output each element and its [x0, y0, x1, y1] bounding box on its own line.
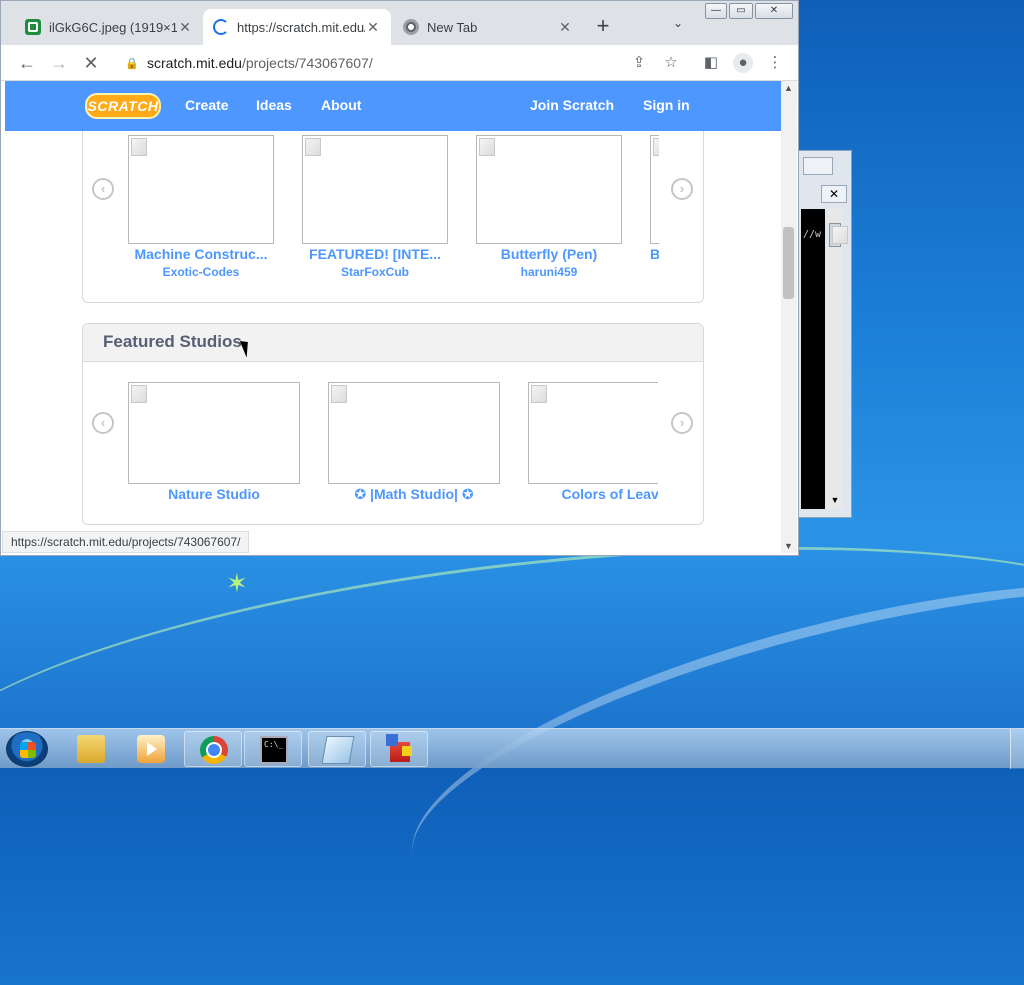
scratch-navbar: SCRATCH Create Ideas About Join Scratch …: [5, 81, 781, 131]
minimize-button[interactable]: —: [705, 3, 727, 19]
forward-button[interactable]: →: [47, 51, 71, 75]
project-title[interactable]: Machine Construc...: [123, 246, 279, 262]
maximize-button[interactable]: ▭: [729, 3, 753, 19]
tab-label: ilGkG6C.jpeg (1919×10: [49, 19, 177, 35]
nav-ideas[interactable]: Ideas: [256, 97, 292, 113]
studio-thumbnail[interactable]: [528, 382, 658, 484]
tab-image[interactable]: ilGkG6C.jpeg (1919×10 ✕: [15, 9, 203, 45]
side-panel-icon[interactable]: ◧: [701, 53, 721, 73]
project-author[interactable]: haruni459: [471, 265, 627, 279]
scroll-down-icon[interactable]: ▼: [784, 541, 793, 551]
project-thumbnail[interactable]: [128, 135, 274, 244]
nav-join-scratch[interactable]: Join Scratch: [530, 97, 614, 113]
start-button[interactable]: [6, 731, 48, 767]
tab-close-icon[interactable]: ✕: [177, 19, 193, 36]
studios-prev-icon[interactable]: ‹: [92, 412, 114, 434]
nav-sign-in[interactable]: Sign in: [643, 97, 690, 113]
new-tab-button[interactable]: +: [593, 13, 613, 39]
console-scrollbar[interactable]: ▼: [827, 209, 848, 509]
browser-toolbar: ← → ✕ 🔒 scratch.mit.edu/projects/7430676…: [1, 45, 798, 81]
studio-thumbnail[interactable]: [328, 382, 500, 484]
section-heading: Featured Studios: [83, 324, 703, 362]
address-path: /projects/743067607/: [241, 55, 373, 71]
console-window[interactable]: ✕ //w ▼: [796, 150, 852, 518]
nav-create[interactable]: Create: [185, 97, 229, 113]
nav-about[interactable]: About: [321, 97, 361, 113]
media-player-icon: [137, 735, 165, 763]
studio-title[interactable]: Colors of Leave: [528, 486, 658, 502]
tab-scratch[interactable]: https://scratch.mit.edu/ ✕: [203, 9, 391, 45]
command-prompt-icon: C:\_: [260, 736, 288, 764]
project-author[interactable]: Exotic-Codes: [123, 265, 279, 279]
project-title[interactable]: Butterfly (Pen): [471, 246, 627, 262]
image-icon: [25, 19, 41, 35]
console-scroll-down-icon[interactable]: ▼: [827, 495, 843, 509]
project-partial-clip: B: [650, 135, 659, 285]
page-viewport: SCRATCH Create Ideas About Join Scratch …: [5, 81, 781, 553]
tab-close-icon[interactable]: ✕: [557, 19, 573, 36]
taskbar: C:\_: [0, 728, 1024, 769]
tab-new-tab[interactable]: New Tab ✕: [393, 9, 583, 45]
tab-search-button[interactable]: ⌄: [673, 16, 683, 30]
studio-thumbnail[interactable]: [128, 382, 300, 484]
show-desktop-button[interactable]: [1010, 729, 1024, 769]
back-button[interactable]: ←: [15, 51, 39, 75]
chrome-icon: [200, 736, 228, 764]
studios-next-icon[interactable]: ›: [671, 412, 693, 434]
folder-icon: [77, 735, 105, 763]
taskbar-command-prompt[interactable]: C:\_: [244, 731, 302, 767]
project-thumbnail[interactable]: [476, 135, 622, 244]
taskbar-media-player[interactable]: [122, 731, 180, 767]
console-back-titlebar: [803, 157, 833, 175]
tab-strip: ilGkG6C.jpeg (1919×10 ✕ https://scratch.…: [1, 1, 798, 45]
tab-close-icon[interactable]: ✕: [365, 19, 381, 36]
close-window-button[interactable]: ✕: [755, 3, 793, 19]
address-bar[interactable]: 🔒 scratch.mit.edu/projects/743067607/: [115, 49, 689, 77]
bookmark-star-icon[interactable]: ☆: [661, 53, 681, 73]
share-icon[interactable]: ⇪: [629, 53, 649, 73]
tab-label: https://scratch.mit.edu/: [237, 19, 365, 35]
console-text: //w: [803, 229, 822, 240]
scratch-blocks-icon: [386, 734, 412, 762]
lock-icon[interactable]: 🔒: [125, 57, 139, 70]
studio-partial-clip: Colors of Leave: [528, 382, 658, 506]
loading-spinner-icon: [213, 19, 229, 35]
console-screen: //w: [801, 209, 825, 509]
scroll-thumb[interactable]: [783, 227, 794, 299]
project-thumbnail[interactable]: [302, 135, 448, 244]
menu-kebab-icon[interactable]: ⋮: [765, 53, 785, 73]
project-title[interactable]: FEATURED! [INTE...: [297, 246, 453, 262]
project-title[interactable]: B: [650, 246, 659, 262]
console-scroll-thumb[interactable]: [829, 223, 848, 247]
studio-title[interactable]: ✪ |Math Studio| ✪: [323, 486, 505, 503]
notepad-icon: [321, 736, 355, 764]
scratch-logo[interactable]: SCRATCH: [85, 93, 161, 119]
browser-window: ilGkG6C.jpeg (1919×10 ✕ https://scratch.…: [0, 0, 799, 556]
project-author[interactable]: StarFoxCub: [297, 265, 453, 279]
status-bar-url: https://scratch.mit.edu/projects/7430676…: [2, 531, 250, 553]
project-thumbnail[interactable]: [650, 135, 659, 244]
taskbar-scratch-app[interactable]: [370, 731, 428, 767]
page-scrollbar[interactable]: ▲ ▼: [781, 81, 797, 553]
carousel-next-icon[interactable]: ›: [671, 178, 693, 200]
console-close-icon[interactable]: ✕: [821, 185, 847, 203]
address-host: scratch.mit.edu: [147, 55, 242, 71]
stop-loading-button[interactable]: ✕: [79, 51, 103, 75]
profile-avatar-icon[interactable]: ●: [733, 53, 753, 73]
taskbar-explorer[interactable]: [62, 731, 120, 767]
windows-logo-icon: [20, 742, 36, 758]
scroll-up-icon[interactable]: ▲: [784, 83, 793, 93]
tab-label: New Tab: [427, 19, 478, 35]
taskbar-chrome[interactable]: [184, 731, 242, 767]
chrome-icon: [403, 19, 419, 35]
carousel-prev-icon[interactable]: ‹: [92, 178, 114, 200]
studio-title[interactable]: Nature Studio: [123, 486, 305, 502]
desktop-sparkle-icon: ✶: [226, 568, 248, 598]
taskbar-notepad[interactable]: [308, 731, 366, 767]
